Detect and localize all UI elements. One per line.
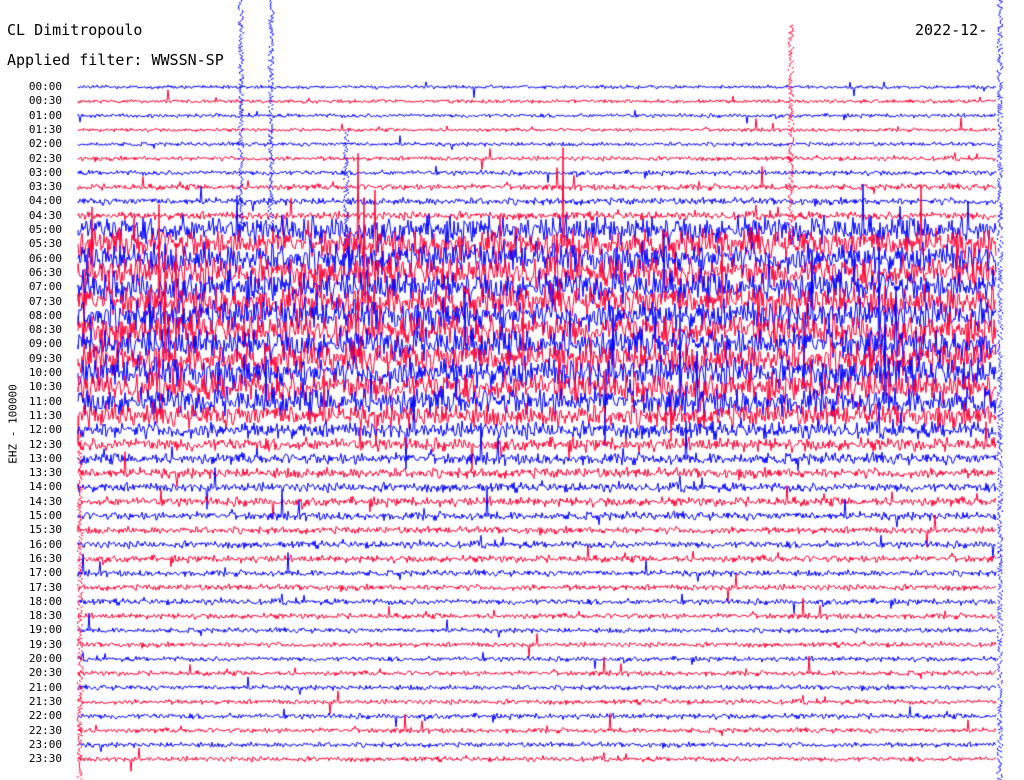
y-tick-label: 10:00: [28, 366, 62, 379]
y-tick-label: 00:00: [28, 80, 62, 93]
y-tick-label: 16:00: [28, 537, 62, 551]
y-tick-label: 12:00: [28, 423, 62, 437]
y-tick-label: 06:30: [28, 265, 62, 279]
y-tick-label: 01:00: [28, 108, 62, 122]
y-tick-label: 04:30: [28, 208, 62, 222]
y-tick-label: 11:30: [28, 408, 62, 422]
seismogram-canvas: [0, 0, 1024, 780]
y-tick-label: 19:30: [28, 637, 62, 651]
station-title: CL Dimitropoulo: [7, 21, 143, 39]
y-tick-label: 02:30: [28, 151, 62, 165]
y-tick-label: 15:30: [28, 523, 62, 537]
y-tick-label: 08:00: [28, 308, 62, 322]
y-tick-label: 13:00: [28, 451, 62, 465]
y-tick-label: 05:30: [28, 237, 62, 251]
y-tick-label: 22:00: [28, 709, 62, 723]
y-tick-label: 20:00: [28, 652, 62, 665]
filter-subtitle: Applied filter: WWSSN-SP: [7, 51, 224, 69]
y-tick-label: 04:00: [28, 194, 62, 208]
y-tick-label: 06:00: [28, 251, 62, 265]
y-tick-label: 23:00: [28, 737, 62, 751]
y-tick-label: 22:30: [28, 723, 62, 737]
y-tick-label: 07:00: [28, 280, 62, 294]
y-tick-label: 03:00: [28, 165, 62, 179]
y-tick-label: 09:00: [28, 337, 62, 351]
y-tick-label: 21:30: [28, 694, 62, 708]
y-tick-label: 08:30: [28, 323, 62, 337]
y-tick-label: 19:00: [28, 623, 62, 637]
y-tick-label: 11:00: [28, 394, 62, 408]
y-tick-label: 07:30: [28, 294, 62, 308]
y-tick-label: 00:30: [28, 94, 62, 108]
y-tick-label: 15:00: [28, 509, 62, 522]
y-tick-label: 10:30: [28, 380, 62, 394]
y-tick-label: 17:30: [28, 580, 62, 594]
y-tick-label: 20:30: [28, 666, 62, 680]
y-tick-label: 21:00: [28, 680, 62, 694]
y-tick-label: 01:30: [28, 122, 62, 136]
y-tick-label: 03:30: [28, 180, 62, 194]
y-tick-label: 13:30: [28, 466, 62, 480]
y-tick-label: 18:00: [28, 594, 62, 608]
y-tick-label: 14:30: [28, 494, 62, 508]
y-tick-label: 14:00: [28, 480, 62, 494]
date-label: 2022-12-: [915, 21, 988, 39]
y-tick-label: 16:30: [28, 551, 62, 565]
y-tick-label: 05:00: [28, 223, 62, 236]
y-tick-label: 17:00: [28, 566, 62, 580]
y-tick-label: 12:30: [28, 437, 62, 451]
y-tick-label: 23:30: [28, 752, 62, 766]
y-tick-label: 02:00: [28, 137, 62, 151]
y-tick-label: 09:30: [28, 351, 62, 365]
y-tick-label: 18:30: [28, 609, 62, 623]
